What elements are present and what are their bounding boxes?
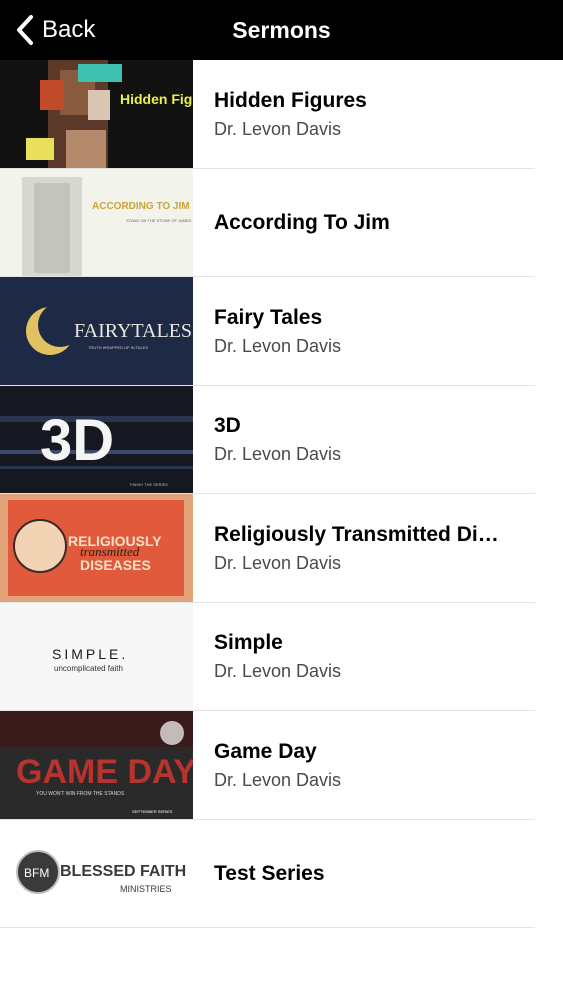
thumb-text: FAIRYTALES xyxy=(74,320,192,342)
sermon-row-simple[interactable]: SIMPLE. uncomplicated faith Simple Dr. L… xyxy=(0,602,563,711)
thumb-text: 3D xyxy=(40,408,114,473)
sermon-title: Hidden Figures xyxy=(214,88,367,112)
sermon-thumbnail: RELIGIOUSLY transmitted DISEASES xyxy=(0,494,193,602)
thumb-text: ACCORDING TO JIM xyxy=(92,201,190,212)
thumb-logo-mark: BFM xyxy=(24,866,49,880)
back-button-label: Back xyxy=(42,16,96,43)
thumb-subtext: YOU WON'T WIN FROM THE STANDS xyxy=(36,791,125,797)
sermon-speaker: Dr. Levon Davis xyxy=(214,118,342,139)
thumb-text-bottom: DISEASES xyxy=(80,557,151,573)
sermon-thumbnail: Hidden Figures xyxy=(0,60,193,168)
sermon-speaker: Dr. Levon Davis xyxy=(214,552,342,573)
sermon-thumbnail: FAIRYTALES TRUTH WRAPPED UP IN TALES xyxy=(0,277,193,385)
sermon-list: Hidden Figures Hidden Figures Dr. Levon … xyxy=(0,60,563,928)
thumb-subtext: TRUTH WRAPPED UP IN TALES xyxy=(88,345,148,350)
thumb-text-bottom: uncomplicated faith xyxy=(54,664,123,673)
sermon-row-game-day[interactable]: GAME DAY YOU WON'T WIN FROM THE STANDS S… xyxy=(0,711,563,820)
thumb-series: SEPTEMBER SERIES xyxy=(132,809,173,814)
sermon-row-religiously-transmitted-diseases[interactable]: RELIGIOUSLY transmitted DISEASES Religio… xyxy=(0,494,563,603)
sermon-row-fairy-tales[interactable]: FAIRYTALES TRUTH WRAPPED UP IN TALES Fai… xyxy=(0,277,563,386)
sermon-speaker: Dr. Levon Davis xyxy=(214,335,342,356)
sermon-thumbnail: BFM BLESSED FAITH MINISTRIES xyxy=(0,819,193,928)
thumb-subtext: STAND ON THE STONE OF JAMES xyxy=(126,218,192,223)
sermon-thumbnail: GAME DAY YOU WON'T WIN FROM THE STANDS S… xyxy=(0,711,193,819)
sermon-speaker: Dr. Levon Davis xyxy=(214,661,342,681)
thumb-text: GAME DAY xyxy=(16,753,193,791)
thumb-text-top: SIMPLE. xyxy=(52,646,128,662)
navigation-bar: Back Sermons xyxy=(0,0,563,60)
thumb-subtext: FINISH THE SERIES xyxy=(130,482,168,487)
sermon-title: 3D xyxy=(214,414,241,437)
thumb-text-bottom: MINISTRIES xyxy=(120,884,172,894)
sermon-row-3d[interactable]: 3D FINISH THE SERIES 3D Dr. Levon Davis xyxy=(0,385,563,494)
sermon-thumbnail: SIMPLE. uncomplicated faith xyxy=(0,602,193,711)
sermon-row-test-series[interactable]: BFM BLESSED FAITH MINISTRIES Test Series xyxy=(0,819,563,928)
sermon-speaker: Dr. Levon Davis xyxy=(214,769,342,790)
chevron-left-icon xyxy=(17,15,33,45)
sermon-title: Fairy Tales xyxy=(214,305,323,329)
sermon-title: According To Jim xyxy=(214,210,390,234)
back-button[interactable]: Back xyxy=(14,13,95,47)
sermon-title: Test Series xyxy=(214,861,325,885)
sermon-row-hidden-figures[interactable]: Hidden Figures Hidden Figures Dr. Levon … xyxy=(0,60,563,169)
sermon-title: Game Day xyxy=(214,739,317,763)
thumb-text: Hidden Figures xyxy=(120,91,193,107)
sermon-thumbnail: ACCORDING TO JIM STAND ON THE STONE OF J… xyxy=(0,168,193,277)
sermon-title: Religiously Transmitted Di… xyxy=(214,522,499,546)
sermon-row-according-to-jim[interactable]: ACCORDING TO JIM STAND ON THE STONE OF J… xyxy=(0,168,563,277)
sermon-title: Simple xyxy=(214,631,283,654)
thumb-text-top: BLESSED FAITH xyxy=(60,863,186,880)
sermon-thumbnail: 3D FINISH THE SERIES xyxy=(0,385,193,494)
row-separator xyxy=(0,927,535,928)
sermon-speaker: Dr. Levon Davis xyxy=(214,444,342,464)
